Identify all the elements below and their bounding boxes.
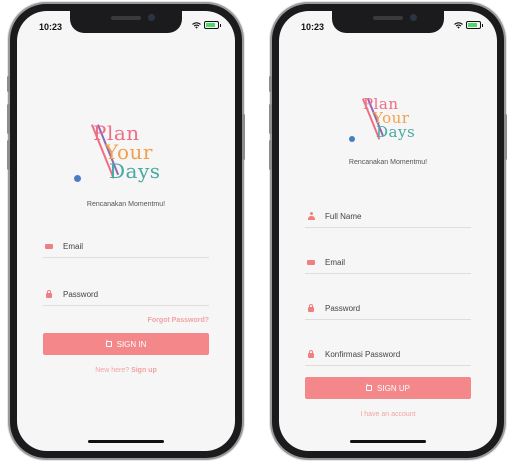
sign-in-button[interactable]: SIGN IN bbox=[43, 333, 209, 355]
power-button bbox=[504, 114, 507, 160]
mail-icon bbox=[43, 243, 55, 249]
password-field[interactable]: Password bbox=[43, 283, 209, 306]
lock-icon bbox=[305, 303, 317, 312]
battery-icon bbox=[204, 21, 221, 29]
logo-word-days: Days bbox=[109, 159, 161, 183]
mute-switch bbox=[7, 76, 10, 92]
mail-icon bbox=[305, 259, 317, 265]
email-field[interactable]: Email bbox=[305, 251, 471, 274]
sign-in-label: SIGN IN bbox=[116, 339, 147, 349]
app-logo: Plan Your Days bbox=[71, 123, 181, 193]
battery-icon bbox=[466, 21, 483, 29]
volume-up-button bbox=[7, 104, 10, 134]
phone-login-frame: 10:23 Plan Your Days Rencanakan Momentmu… bbox=[7, 4, 245, 458]
lock-icon bbox=[305, 349, 317, 358]
logo-word-days: Days bbox=[376, 123, 416, 141]
power-button bbox=[242, 114, 245, 160]
sign-up-label: SIGN UP bbox=[377, 383, 410, 393]
notch bbox=[332, 11, 444, 33]
status-time: 10:23 bbox=[301, 22, 325, 32]
fullname-placeholder: Full Name bbox=[325, 211, 362, 221]
tagline: Rencanakan Momentmu! bbox=[348, 159, 428, 166]
app-logo: Plan Your Days bbox=[347, 97, 429, 149]
sign-up-link[interactable]: Sign up bbox=[131, 367, 157, 374]
confirm-password-field[interactable]: Konfirmasi Password bbox=[305, 343, 471, 366]
password-field[interactable]: Password bbox=[305, 297, 471, 320]
mute-switch bbox=[269, 76, 272, 92]
lock-icon bbox=[43, 289, 55, 298]
email-placeholder: Email bbox=[325, 257, 346, 267]
enter-icon bbox=[105, 338, 112, 347]
home-indicator bbox=[350, 440, 426, 443]
login-screen: 10:23 Plan Your Days Rencanakan Momentmu… bbox=[17, 11, 235, 451]
email-placeholder: Email bbox=[63, 241, 84, 251]
signup-screen: 10:23 Plan Your Days Rencanakan Momentmu… bbox=[279, 11, 497, 451]
volume-down-button bbox=[7, 140, 10, 170]
notch bbox=[70, 11, 182, 33]
sign-up-button[interactable]: SIGN UP bbox=[305, 377, 471, 399]
have-account-link[interactable]: I have an account bbox=[279, 411, 497, 418]
user-icon bbox=[305, 212, 317, 220]
home-indicator bbox=[88, 440, 164, 443]
volume-up-button bbox=[269, 104, 272, 134]
status-icons bbox=[192, 21, 221, 29]
forgot-password-link[interactable]: Forgot Password? bbox=[148, 317, 209, 324]
tagline: Rencanakan Momentmu! bbox=[86, 201, 166, 208]
volume-down-button bbox=[269, 140, 272, 170]
status-icons bbox=[454, 21, 483, 29]
new-here-text: New here? bbox=[95, 367, 130, 374]
confirm-password-placeholder: Konfirmasi Password bbox=[325, 349, 401, 359]
fullname-field[interactable]: Full Name bbox=[305, 205, 471, 228]
password-placeholder: Password bbox=[63, 289, 99, 299]
status-time: 10:23 bbox=[39, 22, 63, 32]
email-field[interactable]: Email bbox=[43, 235, 209, 258]
wifi-icon bbox=[192, 21, 201, 29]
wifi-icon bbox=[454, 21, 463, 29]
phone-signup-frame: 10:23 Plan Your Days Rencanakan Momentmu… bbox=[269, 4, 507, 458]
enter-icon bbox=[366, 382, 373, 391]
password-placeholder: Password bbox=[325, 303, 361, 313]
signup-prompt: New here? Sign up bbox=[17, 367, 235, 374]
